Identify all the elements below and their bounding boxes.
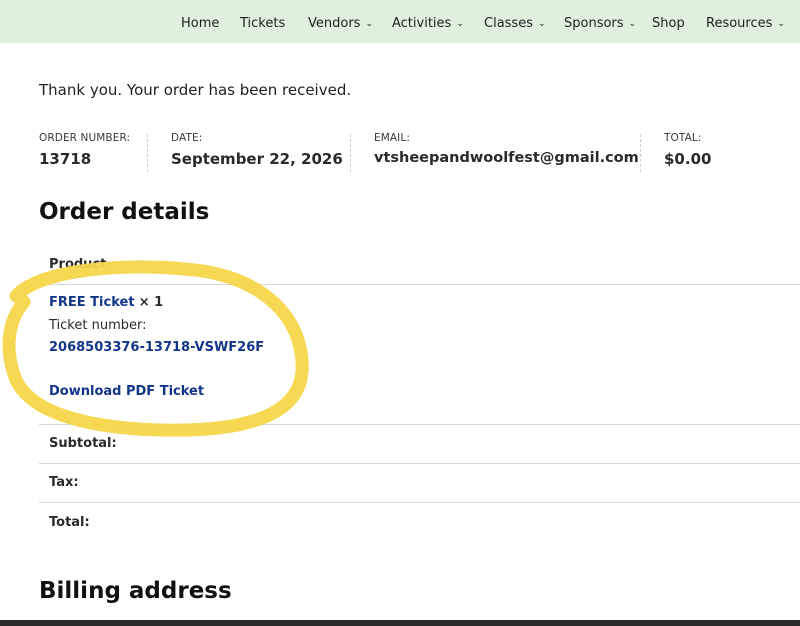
product-column-header: Product [49, 257, 107, 272]
total-value: $0.00 [664, 150, 712, 168]
download-pdf-ticket-link[interactable]: Download PDF Ticket [49, 384, 204, 399]
product-link[interactable]: FREE Ticket [49, 295, 135, 310]
top-navigation: Home Tickets Vendors ⌄ Activities ⌄ Classe… [0, 0, 800, 43]
subtotal-label: Subtotal: [49, 436, 117, 451]
table-divider [39, 463, 800, 464]
nav-item-label: Tickets [240, 16, 286, 31]
overview-date: DATE: September 22, 2026 [171, 132, 343, 172]
table-divider [39, 284, 800, 285]
overview-divider [350, 134, 351, 172]
nav-item-resources[interactable]: Resources ⌄ [706, 0, 785, 43]
nav-item-label: Shop [652, 16, 685, 31]
nav-item-activities[interactable]: Activities ⌄ [392, 0, 464, 43]
email-label: EMAIL: [374, 132, 410, 144]
chevron-down-icon: ⌄ [777, 19, 785, 29]
email-value: vtsheepandwoolfest@gmail.com [374, 150, 639, 166]
nav-item-tickets[interactable]: Tickets [240, 0, 285, 43]
date-label: DATE: [171, 132, 203, 144]
nav-item-label: Vendors [308, 16, 361, 31]
bottom-bar [0, 620, 800, 626]
nav-item-label: Sponsors [564, 16, 624, 31]
product-quantity: × 1 [138, 295, 164, 310]
table-divider [39, 424, 800, 425]
nav-item-label: Activities [392, 16, 452, 31]
order-received-message: Thank you. Your order has been received. [39, 81, 352, 99]
overview-divider [640, 134, 641, 172]
chevron-down-icon: ⌄ [365, 19, 373, 29]
order-total-label: Total: [49, 515, 90, 530]
tax-label: Tax: [49, 475, 79, 490]
overview-email: EMAIL: vtsheepandwoolfest@gmail.com [374, 132, 639, 172]
chevron-down-icon: ⌄ [456, 19, 464, 29]
table-divider [39, 502, 800, 503]
ticket-number-link[interactable]: 2068503376-13718-VSWF26F [49, 340, 264, 355]
billing-address-heading: Billing address [39, 578, 232, 604]
total-label: TOTAL: [664, 132, 702, 144]
nav-item-label: Resources [706, 16, 773, 31]
date-value: September 22, 2026 [171, 150, 343, 168]
order-item: FREE Ticket × 1 [49, 295, 163, 310]
overview-divider [147, 134, 148, 172]
order-details-heading: Order details [39, 199, 210, 225]
nav-item-label: Classes [484, 16, 533, 31]
nav-item-home[interactable]: Home [181, 0, 219, 43]
overview-total: TOTAL: $0.00 [664, 132, 711, 172]
nav-item-classes[interactable]: Classes ⌄ [484, 0, 546, 43]
chevron-down-icon: ⌄ [537, 19, 546, 29]
order-number-label: ORDER NUMBER: [39, 132, 131, 144]
ticket-number-label: Ticket number: [49, 318, 147, 333]
nav-item-sponsors[interactable]: Sponsors ⌄ [564, 0, 636, 43]
chevron-down-icon: ⌄ [628, 19, 637, 29]
nav-item-vendors[interactable]: Vendors ⌄ [308, 0, 373, 43]
nav-item-shop[interactable]: Shop [652, 0, 685, 43]
nav-item-label: Home [181, 16, 220, 31]
order-number-value: 13718 [39, 150, 92, 168]
overview-order-number: ORDER NUMBER: 13718 [39, 132, 130, 172]
